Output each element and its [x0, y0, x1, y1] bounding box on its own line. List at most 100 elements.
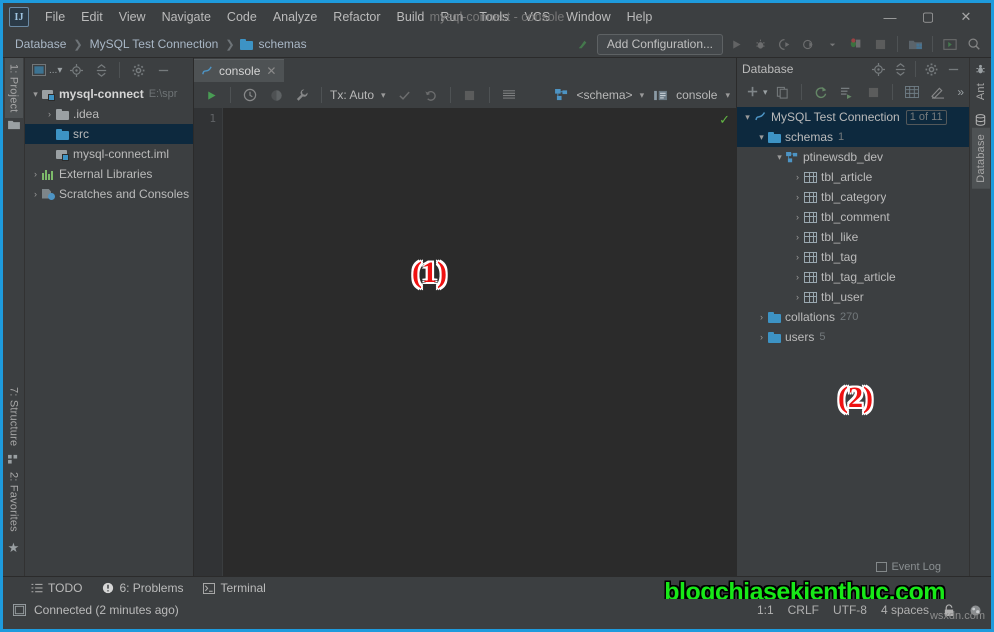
menu-item-code[interactable]: Code [219, 7, 265, 27]
db-tree-item-schemas[interactable]: ▾ schemas 1 [737, 127, 969, 147]
chevron-down-icon[interactable]: ▾ [773, 152, 786, 163]
data-editor-icon[interactable] [901, 81, 923, 103]
chevron-right-icon[interactable]: › [791, 212, 804, 222]
code-area[interactable]: ✓ (1) [222, 108, 736, 576]
bottom-item-problems[interactable]: 6: Problems [102, 581, 183, 595]
tree-item-src[interactable]: src [25, 124, 193, 144]
settings-gear-icon[interactable] [920, 58, 942, 80]
settings-gear-icon[interactable] [127, 59, 149, 81]
search-everywhere-icon[interactable] [963, 33, 985, 55]
chevron-right-icon[interactable]: › [791, 272, 804, 282]
dropdown-icon[interactable]: ...▾ [49, 65, 62, 76]
ant-icon[interactable] [975, 58, 986, 77]
close-icon[interactable]: ✕ [947, 4, 985, 30]
tx-mode-label[interactable]: Tx: Auto [330, 88, 374, 102]
sidebar-item-database[interactable]: Database [971, 128, 990, 189]
duplicate-icon[interactable] [772, 81, 794, 103]
sidebar-item-ant[interactable]: Ant [972, 77, 990, 106]
chevron-down-icon[interactable]: ▾ [741, 112, 754, 123]
tree-item-scratches[interactable]: › Scratches and Consoles [25, 184, 193, 204]
chevron-right-icon[interactable]: › [791, 252, 804, 262]
chevron-right-icon[interactable]: › [29, 169, 42, 179]
caret-position[interactable]: 1:1 [757, 603, 774, 617]
menu-item-refactor[interactable]: Refactor [325, 7, 388, 27]
inspection-status-icon[interactable]: ✓ [719, 112, 730, 128]
tree-item-iml[interactable]: mysql-connect.iml [25, 144, 193, 164]
db-tree-item-users[interactable]: › users 5 [737, 327, 969, 347]
indent-setting[interactable]: 4 spaces [881, 603, 929, 617]
run-icon[interactable] [200, 84, 222, 106]
star-icon[interactable]: ★ [8, 538, 20, 558]
hide-panel-icon[interactable] [942, 58, 964, 80]
run-icon[interactable] [725, 33, 747, 55]
chevron-down-icon[interactable]: ▾ [755, 132, 768, 143]
db-tree-item-table[interactable]: › tbl_user [737, 287, 969, 307]
menu-item-analyze[interactable]: Analyze [265, 7, 325, 27]
menu-item-build[interactable]: Build [389, 7, 433, 27]
close-icon[interactable]: ✕ [266, 64, 276, 78]
chevron-right-icon[interactable]: › [791, 192, 804, 202]
tree-item-module[interactable]: ▾ mysql-connect E:\spr [25, 84, 193, 104]
chevron-right-icon[interactable]: › [755, 332, 768, 342]
sidebar-item-favorites[interactable]: 2: Favorites [5, 466, 23, 538]
menu-item-navigate[interactable]: Navigate [154, 7, 219, 27]
collapse-all-icon[interactable] [889, 58, 911, 80]
chevron-down-icon[interactable]: ▾ [29, 89, 42, 100]
chevron-right-icon[interactable]: › [29, 189, 42, 199]
event-log-button[interactable]: Event Log [876, 561, 941, 573]
grid-icon[interactable] [498, 84, 520, 106]
sidebar-item-structure[interactable]: 7: Structure [5, 381, 23, 452]
add-configuration-button[interactable]: Add Configuration... [596, 33, 723, 55]
chevron-down-icon[interactable]: ▾ [640, 90, 645, 101]
menu-item-edit[interactable]: Edit [73, 7, 111, 27]
db-tree-item-connection[interactable]: ▾ MySQL Test Connection 1 of 11 [737, 107, 969, 127]
add-icon[interactable] [742, 81, 764, 103]
edit-icon[interactable] [927, 81, 949, 103]
session-selector-label[interactable]: console [676, 88, 717, 102]
line-separator[interactable]: CRLF [788, 603, 819, 617]
chevron-right-icon[interactable]: › [43, 109, 56, 119]
file-encoding[interactable]: UTF-8 [833, 603, 867, 617]
wrench-icon[interactable] [291, 84, 313, 106]
db-tree-item-table[interactable]: › tbl_article [737, 167, 969, 187]
project-structure-icon[interactable] [904, 33, 926, 55]
db-tree-item-table[interactable]: › tbl_like [737, 227, 969, 247]
schema-selector-label[interactable]: <schema> [577, 88, 633, 102]
maximize-icon[interactable]: ▢ [909, 4, 947, 30]
locate-icon[interactable] [867, 58, 889, 80]
collapse-all-icon[interactable] [90, 59, 112, 81]
profile-icon[interactable] [797, 33, 819, 55]
db-tree-item-table[interactable]: › tbl_comment [737, 207, 969, 227]
chevron-right-icon[interactable]: › [791, 292, 804, 302]
chevron-right-icon[interactable]: › [755, 312, 768, 322]
run-coverage-icon[interactable] [773, 33, 795, 55]
chevron-right-icon[interactable]: › [791, 172, 804, 182]
minimize-icon[interactable]: — [871, 4, 909, 30]
hide-panel-icon[interactable] [152, 59, 174, 81]
run-sql-icon[interactable] [836, 81, 858, 103]
history-icon[interactable] [239, 84, 261, 106]
locate-icon[interactable] [65, 59, 87, 81]
database-icon[interactable] [975, 106, 986, 128]
db-tree-item-table[interactable]: › tbl_tag [737, 247, 969, 267]
breadcrumb-connection[interactable]: MySQL Test Connection [88, 37, 221, 51]
bottom-item-todo[interactable]: TODO [31, 581, 82, 595]
sidebar-item-project[interactable]: 1: Project [4, 58, 23, 119]
terminal-icon[interactable] [939, 33, 961, 55]
chevron-down-icon[interactable]: ▾ [725, 90, 730, 101]
db-tree-item-collations[interactable]: › collations 270 [737, 307, 969, 327]
breadcrumb-database[interactable]: Database [13, 37, 68, 51]
more-icon[interactable]: » [957, 85, 964, 99]
db-tree-item-schema[interactable]: ▾ ptinewsdb_dev [737, 147, 969, 167]
menu-item-file[interactable]: File [37, 7, 73, 27]
back-arrow-icon[interactable] [573, 33, 595, 55]
chevron-down-icon[interactable] [821, 33, 843, 55]
project-folder-icon[interactable] [7, 118, 20, 132]
db-tree-item-table[interactable]: › tbl_tag_article [737, 267, 969, 287]
chevron-right-icon[interactable]: › [791, 232, 804, 242]
menu-item-help[interactable]: Help [619, 7, 661, 27]
debug-icon[interactable] [749, 33, 771, 55]
project-view-selector-icon[interactable] [30, 59, 48, 81]
attach-debugger-icon[interactable] [845, 33, 867, 55]
breadcrumb-schemas[interactable]: schemas [257, 37, 309, 51]
